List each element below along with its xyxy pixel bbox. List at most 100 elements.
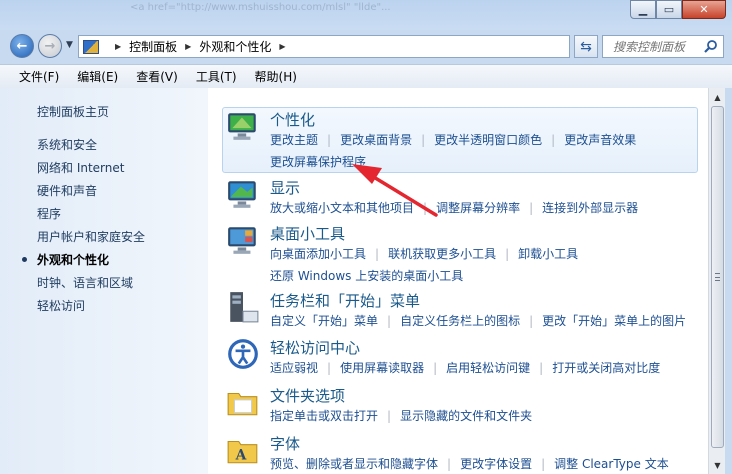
task-link[interactable]: 打开或关闭高对比度 bbox=[552, 357, 660, 379]
category-title[interactable]: 桌面小工具 bbox=[270, 223, 345, 244]
task-link[interactable]: 调整 ClearType 文本 bbox=[554, 453, 669, 474]
sidebar-item[interactable]: 时钟、语言和区域 bbox=[37, 274, 133, 291]
task-link[interactable]: 更改「开始」菜单上的图片 bbox=[542, 310, 686, 332]
task-link[interactable]: 指定单击或双击打开 bbox=[270, 405, 378, 427]
menu-help[interactable]: 帮助(H) bbox=[246, 68, 306, 85]
link-separator: | bbox=[539, 361, 544, 375]
task-link[interactable]: 放大或缩小文本和其他项目 bbox=[270, 197, 414, 219]
breadcrumb-control-panel[interactable]: 控制面板 bbox=[129, 38, 177, 55]
sidebar-item[interactable]: 系统和安全 bbox=[37, 136, 97, 153]
task-links: 放大或缩小文本和其他项目 | 调整屏幕分辨率 | 连接到外部显示器 bbox=[270, 197, 638, 219]
arrow-left-icon: ← bbox=[16, 38, 28, 54]
chevron-right-icon[interactable]: ▶ bbox=[185, 42, 191, 51]
vertical-scrollbar[interactable]: ▲ ▼ bbox=[708, 88, 725, 474]
recent-pages-dropdown[interactable]: ▼ bbox=[66, 40, 73, 50]
link-separator: | bbox=[423, 201, 428, 215]
maximize-icon: ▭ bbox=[663, 3, 675, 16]
link-separator: | bbox=[447, 457, 452, 471]
link-separator: | bbox=[421, 133, 426, 147]
task-link-row: 还原 Windows 上安装的桌面小工具 bbox=[270, 265, 578, 287]
sidebar-home[interactable]: 控制面板主页 bbox=[37, 103, 109, 120]
chevron-right-icon[interactable]: ▶ bbox=[279, 42, 285, 51]
task-link[interactable]: 预览、删除或者显示和隐藏字体 bbox=[270, 453, 438, 474]
task-links: 向桌面添加小工具 | 联机获取更多小工具 | 卸载小工具 还原 Windows 上安装的桌… bbox=[270, 243, 578, 287]
search-icon[interactable] bbox=[703, 39, 719, 55]
close-icon: ✕ bbox=[699, 3, 709, 16]
task-link[interactable]: 自定义「开始」菜单 bbox=[270, 310, 378, 332]
category-title[interactable]: 任务栏和「开始」菜单 bbox=[270, 290, 420, 311]
task-link[interactable]: 更改声音效果 bbox=[564, 129, 636, 151]
task-link[interactable]: 自定义任务栏上的图标 bbox=[400, 310, 520, 332]
menu-edit[interactable]: 编辑(E) bbox=[68, 68, 127, 85]
task-link[interactable]: 更改主题 bbox=[270, 129, 318, 151]
task-link-row: 放大或缩小文本和其他项目 | 调整屏幕分辨率 | 连接到外部显示器 bbox=[270, 197, 638, 219]
maximize-button[interactable]: ▭ bbox=[656, 0, 682, 19]
link-separator: | bbox=[327, 133, 332, 147]
arrow-right-icon: → bbox=[44, 38, 56, 54]
scrollbar-thumb[interactable] bbox=[711, 106, 724, 448]
sidebar-item[interactable]: 程序 bbox=[37, 205, 61, 222]
task-link[interactable]: 更改桌面背景 bbox=[340, 129, 412, 151]
close-button[interactable]: ✕ bbox=[682, 0, 726, 19]
scroll-up-icon[interactable]: ▲ bbox=[711, 91, 724, 103]
grip-icon bbox=[715, 273, 720, 281]
task-link[interactable]: 启用轻松访问键 bbox=[446, 357, 530, 379]
navigation-bar: ← → ▼ ▶ 控制面板 ▶ 外观和个性化 ▶ ⇆ bbox=[0, 30, 732, 62]
menu-file[interactable]: 文件(F) bbox=[10, 68, 68, 85]
category-title[interactable]: 个性化 bbox=[270, 109, 315, 130]
task-link[interactable]: 使用屏幕读取器 bbox=[340, 357, 424, 379]
sidebar-item[interactable]: 网络和 Internet bbox=[37, 159, 124, 176]
menu-bar: 文件(F) 编辑(E) 查看(V) 工具(T) 帮助(H) bbox=[0, 64, 732, 88]
menu-tools[interactable]: 工具(T) bbox=[187, 68, 246, 85]
ease-of-access-icon[interactable] bbox=[226, 337, 260, 371]
taskbar-icon[interactable] bbox=[226, 290, 260, 324]
task-link-row: 自定义「开始」菜单 | 自定义任务栏上的图标 | 更改「开始」菜单上的图片 bbox=[270, 310, 686, 332]
display-icon[interactable] bbox=[226, 177, 260, 211]
task-link[interactable]: 连接到外部显示器 bbox=[542, 197, 638, 219]
window-controls: ▁ ▭ ✕ bbox=[630, 0, 726, 19]
back-button[interactable]: ← bbox=[10, 34, 34, 58]
breadcrumb-appearance[interactable]: 外观和个性化 bbox=[199, 38, 271, 55]
link-separator: | bbox=[529, 201, 534, 215]
fonts-icon[interactable]: A bbox=[226, 433, 260, 467]
task-links: 适应弱视 | 使用屏幕读取器 | 启用轻松访问键 | 打开或关闭高对比度 bbox=[270, 357, 660, 379]
task-link[interactable]: 联机获取更多小工具 bbox=[388, 243, 496, 265]
sidebar-item[interactable]: 轻松访问 bbox=[37, 297, 85, 314]
minimize-icon: ▁ bbox=[638, 3, 648, 16]
personalization-icon[interactable] bbox=[226, 109, 260, 143]
chevron-right-icon[interactable]: ▶ bbox=[115, 42, 121, 51]
task-link[interactable]: 更改半透明窗口颜色 bbox=[434, 129, 542, 151]
category-title[interactable]: 文件夹选项 bbox=[270, 385, 345, 406]
task-link[interactable]: 适应弱视 bbox=[270, 357, 318, 379]
menu-view[interactable]: 查看(V) bbox=[127, 68, 187, 85]
task-link[interactable]: 显示隐藏的文件和文件夹 bbox=[400, 405, 532, 427]
task-link[interactable]: 卸载小工具 bbox=[518, 243, 578, 265]
task-link[interactable]: 更改屏幕保护程序 bbox=[270, 151, 366, 173]
task-link[interactable]: 更改字体设置 bbox=[460, 453, 532, 474]
search-input[interactable] bbox=[613, 39, 699, 54]
title-bar: <a href="http://www.mshuisshou.com/mlsl"… bbox=[0, 0, 732, 30]
link-separator: | bbox=[529, 314, 534, 328]
task-link-row: 更改屏幕保护程序 bbox=[270, 151, 636, 173]
forward-button[interactable]: → bbox=[38, 34, 62, 58]
category-title[interactable]: 显示 bbox=[270, 177, 300, 198]
link-separator: | bbox=[387, 409, 392, 423]
address-bar[interactable]: ▶ 控制面板 ▶ 外观和个性化 ▶ bbox=[78, 35, 570, 58]
sidebar-item[interactable]: 用户帐户和家庭安全 bbox=[37, 228, 145, 245]
link-separator: | bbox=[505, 247, 510, 261]
search-box[interactable] bbox=[602, 35, 724, 58]
link-separator: | bbox=[551, 133, 556, 147]
task-link[interactable]: 调整屏幕分辨率 bbox=[436, 197, 520, 219]
task-links: 更改主题 | 更改桌面背景 | 更改半透明窗口颜色 | 更改声音效果更改屏幕保护程序 bbox=[270, 129, 636, 173]
task-link[interactable]: 向桌面添加小工具 bbox=[270, 243, 366, 265]
task-link[interactable]: 还原 Windows 上安装的桌面小工具 bbox=[270, 265, 463, 287]
minimize-button[interactable]: ▁ bbox=[630, 0, 656, 19]
refresh-button[interactable]: ⇆ bbox=[574, 35, 598, 58]
category-title[interactable]: 字体 bbox=[270, 433, 300, 454]
category-title[interactable]: 轻松访问中心 bbox=[270, 337, 360, 358]
sidebar-item[interactable]: 硬件和声音 bbox=[37, 182, 97, 199]
gadgets-icon[interactable] bbox=[226, 223, 260, 257]
window-frame bbox=[725, 88, 732, 474]
scroll-down-icon[interactable]: ▼ bbox=[711, 459, 724, 471]
folder-options-icon[interactable] bbox=[226, 385, 260, 419]
